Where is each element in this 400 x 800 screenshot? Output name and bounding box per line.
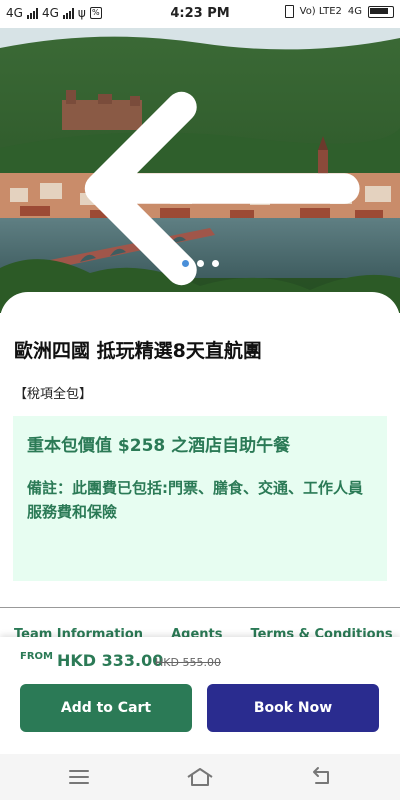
network-4g-label: 4G <box>347 6 362 17</box>
promo-note: 備註：此團費已包括:門票、膳食、交通、工作人員服務費和保險 <box>27 479 364 521</box>
add-to-cart-button[interactable]: Add to Cart <box>20 684 192 732</box>
original-price: HKD 555.00 <box>155 656 221 669</box>
carousel-dot[interactable] <box>196 260 204 267</box>
status-right: Vo) LTE2 4G <box>284 5 394 18</box>
book-now-button[interactable]: Book Now <box>207 684 379 732</box>
from-label: FROM <box>20 651 53 662</box>
nav-menu-button[interactable] <box>66 766 92 788</box>
arrow-left-icon <box>84 91 360 286</box>
shopping-cart-icon <box>354 40 400 313</box>
vibrate-icon <box>284 5 294 18</box>
system-nav-bar <box>0 754 400 800</box>
divider <box>0 607 400 608</box>
lte-label: Vo) LTE2 <box>299 6 342 17</box>
carousel-dot[interactable] <box>181 260 189 267</box>
back-button[interactable] <box>12 46 360 286</box>
nav-home-button[interactable] <box>186 766 214 788</box>
back-icon <box>313 767 329 784</box>
promo-headline: 重本包價值 $258 之酒店自助午餐 <box>27 436 291 456</box>
carousel-dot[interactable] <box>211 260 219 267</box>
battery-icon <box>368 5 394 18</box>
menu-icon <box>69 770 89 784</box>
tour-title: 歐洲四國 抵玩精選8天直航團 <box>14 340 262 362</box>
status-bar: 4G 4G ψ % 4:23 PM Vo) LTE2 4G <box>0 0 400 28</box>
booking-panel: FROM HKD 333.00 HKD 555.00 Add to Cart B… <box>0 637 400 754</box>
price: HKD 333.00 <box>57 651 164 670</box>
cart-button[interactable] <box>354 40 388 74</box>
tax-note: 【稅項全包】 <box>14 387 93 402</box>
home-icon <box>187 768 213 786</box>
carousel-indicator <box>0 260 400 267</box>
nav-back-button[interactable] <box>308 766 334 788</box>
promo-box: 重本包價值 $258 之酒店自助午餐 備註：此團費已包括:門票、膳食、交通、工作… <box>13 416 387 581</box>
tour-detail-card: 歐洲四國 抵玩精選8天直航團 【稅項全包】 重本包價值 $258 之酒店自助午餐… <box>0 292 400 642</box>
hero-image <box>0 28 400 313</box>
